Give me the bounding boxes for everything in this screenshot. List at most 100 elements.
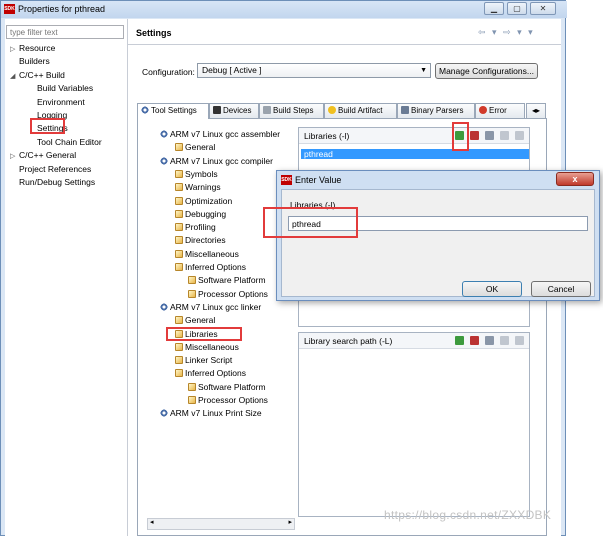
tool-tree-item-label: Inferred Options xyxy=(185,368,246,379)
tool-tree-item-label: ARM v7 Linux gcc linker xyxy=(170,301,262,312)
configuration-label: Configuration: xyxy=(142,67,195,77)
nav-item-label: Run/Debug Settings xyxy=(19,177,96,187)
tool-tree-item[interactable]: Linker Script xyxy=(163,355,232,366)
tool-tree-item-label: Directories xyxy=(185,235,226,246)
tool-tree-item-label: General xyxy=(185,142,216,153)
close-icon: x xyxy=(572,174,578,184)
tool-tree-item[interactable]: Software Platform xyxy=(176,275,266,286)
tool-tree-item-label: Linker Script xyxy=(185,355,233,366)
move-up-icon[interactable] xyxy=(500,336,509,345)
nav-item[interactable]: Build Variables xyxy=(28,83,93,94)
close-button[interactable]: ✕ xyxy=(530,2,556,15)
options-page-icon xyxy=(175,196,183,205)
configuration-select[interactable]: Debug [ Active ] ▼ xyxy=(197,63,431,78)
edit-icon[interactable] xyxy=(485,131,494,140)
nav-item-label: C/C++ General xyxy=(19,150,77,161)
expand-toggle-icon[interactable]: ▷ xyxy=(10,151,19,162)
sdk-app-icon: SDK xyxy=(4,4,15,14)
tab-devices[interactable]: Devices xyxy=(209,103,259,118)
nav-item[interactable]: ◢ C/C++ Build xyxy=(10,70,65,82)
tab-tool-settings[interactable]: Tool Settings xyxy=(137,103,209,119)
manage-configurations-button[interactable]: Manage Configurations... xyxy=(435,63,538,79)
tab-error[interactable]: Error xyxy=(475,103,525,118)
tool-tree-item[interactable]: Miscellaneous xyxy=(163,249,239,260)
nav-item[interactable]: ▷ C/C++ General xyxy=(10,150,76,162)
tool-tree-item[interactable]: Warnings xyxy=(163,182,221,193)
nav-item-label: Resource xyxy=(19,43,56,53)
nav-item[interactable]: ▷ Resource xyxy=(10,43,55,55)
chevron-right-icon: ▸ xyxy=(536,106,541,115)
dialog-close-button[interactable]: x xyxy=(556,172,594,186)
tool-tree-item[interactable]: Directories xyxy=(163,235,226,246)
move-down-icon[interactable] xyxy=(515,336,524,345)
tool-tree-item[interactable]: Inferred Options xyxy=(163,368,246,379)
artifact-icon xyxy=(328,106,336,114)
tab-scroll-arrows[interactable]: ◂▸ xyxy=(526,103,546,118)
splitter[interactable] xyxy=(127,19,128,536)
header-divider xyxy=(128,44,561,45)
nav-item[interactable]: Run/Debug Settings xyxy=(10,177,95,188)
tab-label: Build Artifact xyxy=(338,106,383,115)
tool-tree-item-label: Processor Options xyxy=(198,288,268,299)
nav-item[interactable]: Builders xyxy=(10,56,50,67)
tool-tree-item[interactable]: Processor Options xyxy=(176,395,268,406)
nav-item[interactable]: Environment xyxy=(28,97,85,108)
move-up-icon[interactable] xyxy=(500,131,509,140)
history-nav-icons[interactable]: ⇦ ▾ ⇨ ▾ ▾ xyxy=(478,27,535,38)
dialog-title: Enter Value xyxy=(295,175,342,185)
options-page-icon xyxy=(175,236,183,245)
nav-item[interactable]: Project References xyxy=(10,164,91,175)
tool-tree-item[interactable]: Software Platform xyxy=(176,382,266,393)
settings-tabs: Tool Settings Devices Build Steps Build … xyxy=(137,103,547,119)
tool-tree-item[interactable]: ARM v7 Linux gcc compiler xyxy=(150,156,273,167)
tool-tree-item[interactable]: Inferred Options xyxy=(163,262,246,273)
options-page-icon xyxy=(188,382,196,391)
tool-tree-item[interactable]: ARM v7 Linux gcc assembler xyxy=(150,129,280,140)
list-item-pthread[interactable]: pthread xyxy=(301,149,529,159)
library-search-label: Library search path (-L) xyxy=(304,336,393,346)
move-down-icon[interactable] xyxy=(515,131,524,140)
tool-tree-item[interactable]: General xyxy=(163,315,215,326)
tab-binary-parsers[interactable]: Binary Parsers xyxy=(397,103,475,118)
cancel-button[interactable]: Cancel xyxy=(531,281,591,297)
tool-tree-item[interactable]: ARM v7 Linux Print Size xyxy=(150,408,262,419)
filter-input[interactable] xyxy=(6,25,124,39)
tree-horizontal-scrollbar[interactable]: ◂ ▸ xyxy=(147,518,295,530)
tab-build-artifact[interactable]: Build Artifact xyxy=(324,103,397,118)
title-bar[interactable]: SDK Properties for pthread ▁ ▢ ✕ xyxy=(1,1,567,18)
tab-label: Binary Parsers xyxy=(411,106,464,115)
tool-tree-item[interactable]: Miscellaneous xyxy=(163,342,239,353)
tool-tree-item[interactable]: Optimization xyxy=(163,196,232,207)
tool-tree-item[interactable]: ARM v7 Linux gcc linker xyxy=(150,302,261,313)
tool-tree-item[interactable]: Debugging xyxy=(163,209,226,220)
delete-icon[interactable] xyxy=(470,131,479,140)
nav-item-label: Tool Chain Editor xyxy=(37,136,102,147)
options-page-icon xyxy=(175,143,183,152)
tab-build-steps[interactable]: Build Steps xyxy=(259,103,324,118)
expand-toggle-icon[interactable]: ▷ xyxy=(10,44,19,55)
tool-tree-item[interactable]: General xyxy=(163,142,215,153)
wrench-icon xyxy=(263,106,271,114)
minimize-button[interactable]: ▁ xyxy=(484,2,504,15)
tool-tree-item-label: Software Platform xyxy=(198,381,266,392)
options-page-icon xyxy=(175,223,183,232)
maximize-button[interactable]: ▢ xyxy=(507,2,527,15)
tab-label: Build Steps xyxy=(273,106,314,115)
nav-item[interactable]: Tool Chain Editor xyxy=(28,137,102,148)
tool-tree-item[interactable]: Profiling xyxy=(163,222,216,233)
options-page-icon xyxy=(175,369,183,378)
ok-button[interactable]: OK xyxy=(462,281,522,297)
tool-tree-item-label: Miscellaneous xyxy=(185,248,239,259)
gear-icon xyxy=(160,156,168,165)
delete-icon[interactable] xyxy=(470,336,479,345)
tool-tree-item[interactable]: Symbols xyxy=(163,169,218,180)
tool-tree-item[interactable]: Processor Options xyxy=(176,289,268,300)
chevron-right-icon: ▸ xyxy=(288,519,292,526)
gear-icon xyxy=(160,130,168,138)
expand-toggle-icon[interactable]: ◢ xyxy=(10,71,19,82)
highlight-add-button xyxy=(452,122,469,151)
highlight-libraries xyxy=(166,327,242,341)
add-icon[interactable] xyxy=(455,336,464,345)
libraries-header: Libraries (-l) xyxy=(299,128,529,144)
edit-icon[interactable] xyxy=(485,336,494,345)
